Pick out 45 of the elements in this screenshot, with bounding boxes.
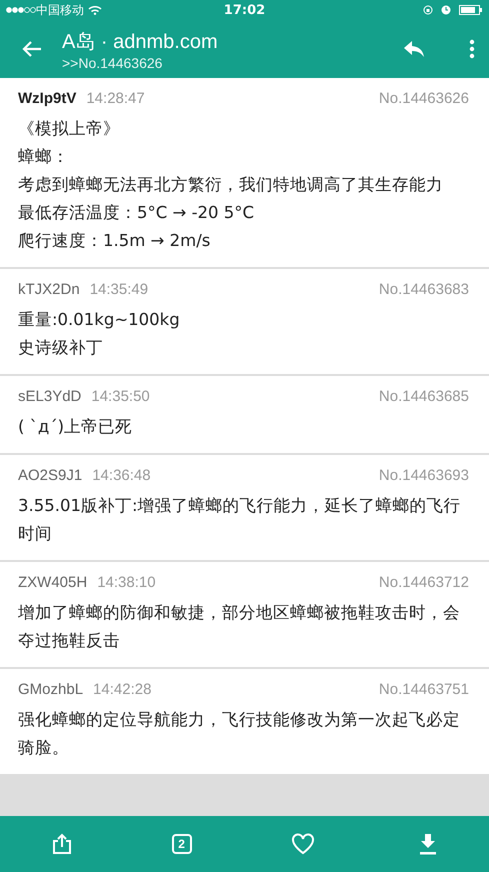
post-text: 考虑到蟑螂无法再北方繁衍，我们特地调高了其生存能力 — [18, 174, 444, 196]
post-number: No.14463685 — [378, 388, 469, 405]
share-icon — [52, 833, 72, 855]
post-text: 《模拟上帝》 — [18, 118, 121, 140]
carrier-name: 中国移动 — [36, 2, 84, 18]
post-author: AO2S9J1 — [18, 467, 82, 484]
post-time: 14:38:10 — [97, 574, 156, 591]
download-icon — [419, 833, 438, 855]
back-arrow-icon — [22, 40, 42, 58]
post-number: No.14463683 — [378, 281, 469, 298]
post-text: 3.55.01版补丁:增强了蟑螂的飞行能力，延长了蟑螂的飞行时间 — [18, 495, 462, 545]
post-author: kTJX2Dn — [18, 281, 80, 298]
post-number: No.14463751 — [378, 681, 469, 698]
post-number: No.14463693 — [378, 467, 469, 484]
post-time: 14:35:50 — [91, 388, 150, 405]
reply-icon — [403, 40, 425, 58]
thread-number: >>No.14463626 — [62, 54, 164, 70]
page-number-button[interactable]: 2 — [172, 834, 192, 854]
post-text: ( `д´)上帝已死 — [18, 416, 134, 438]
post-time: 14:36:48 — [92, 467, 151, 484]
wifi-icon — [88, 5, 102, 15]
battery-icon — [459, 5, 483, 15]
signal-icon — [6, 7, 36, 13]
post-text: 增加了蟑螂的防御和敏捷，部分地区蟑螂被拖鞋攻击时，会夺过拖鞋反击 — [18, 602, 461, 652]
post-text: 强化蟑螂的定位导航能力，飞行技能修改为第一次起飞必定骑脸。 — [18, 709, 461, 759]
alarm-icon — [441, 5, 451, 15]
post-time: 14:35:49 — [90, 281, 148, 298]
post-text: 重量:0.01kg~100kg — [18, 309, 181, 331]
post-text: 最低存活温度：5°C → -20 5°C — [18, 202, 256, 224]
heart-icon — [291, 833, 316, 855]
clock-time: 17:02 — [224, 2, 266, 18]
post-number: No.14463626 — [378, 90, 469, 107]
post-text: 蟑螂： — [18, 146, 70, 168]
post-author: ZXW405H — [18, 574, 88, 591]
post-time: 14:28:47 — [86, 90, 145, 107]
post-time: 14:42:28 — [93, 681, 152, 698]
post-author: sEL3YdD — [18, 388, 82, 405]
site-title: A岛 · adnmb.com — [62, 30, 219, 54]
post-number: No.14463712 — [378, 574, 469, 591]
post-text: 史诗级补丁 — [18, 337, 104, 359]
post-text: 爬行速度：1.5m → 2m/s — [18, 230, 212, 252]
post-author: WzIp9tV — [18, 90, 76, 107]
lock-rotation-icon — [423, 5, 433, 15]
post-author: GMozhbL — [18, 681, 84, 698]
more-vertical-icon — [469, 39, 475, 59]
